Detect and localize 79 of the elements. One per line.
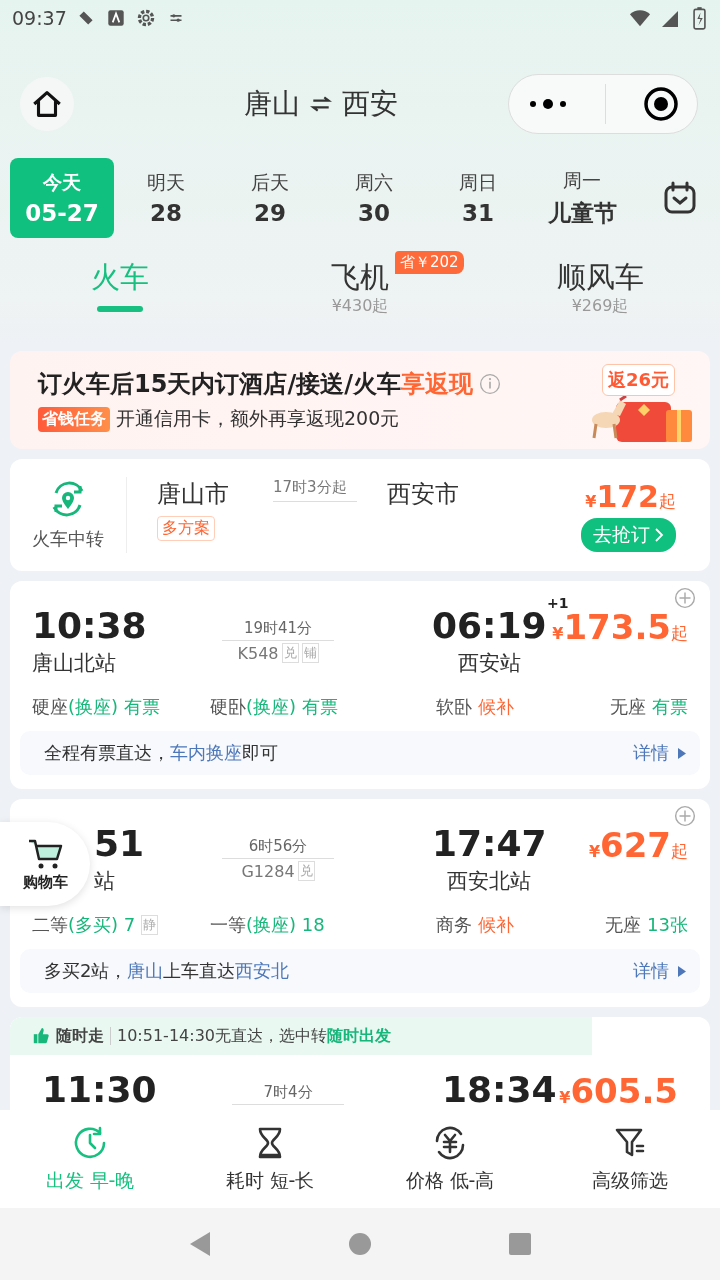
seat-availability: 无座 13张 <box>605 913 688 937</box>
train-number: G1284 <box>241 861 295 881</box>
cashback-badge: 返26元 <box>602 364 676 396</box>
details-link[interactable]: 详情 <box>633 741 686 765</box>
chevron-right-icon <box>654 527 664 542</box>
add-icon[interactable] <box>674 805 696 827</box>
arrival-station: 西安北站 <box>447 868 532 895</box>
arrival-time: 18:34 <box>442 1069 557 1110</box>
seat-availability: 软卧 候补 <box>436 695 514 719</box>
seat-availability: 二等(多买) 7 <box>32 913 136 937</box>
trip-duration: 6时56分 <box>248 837 308 856</box>
options-tag: 多方案 <box>157 515 215 541</box>
seat-availability: 一等(换座) 18 <box>210 913 325 937</box>
to-city: 西安市 <box>387 478 459 510</box>
from-city: 唐山市 <box>157 478 229 510</box>
thumbs-up-icon <box>32 1027 50 1045</box>
calendar-icon[interactable] <box>662 180 698 216</box>
train-tag: 铺 <box>301 643 319 663</box>
back-icon[interactable] <box>188 1230 212 1258</box>
info-bar[interactable]: 全程有票直达，车内换座即可 详情 <box>20 731 700 775</box>
departure-time: 11:30 <box>42 1069 158 1110</box>
info-bar[interactable]: 多买2站，唐山上车直达西安北 详情 <box>20 949 700 993</box>
add-icon[interactable] <box>674 587 696 609</box>
seat-availability: 无座 有票 <box>610 695 688 719</box>
triangle-right-icon <box>677 965 686 977</box>
task-tag: 省钱任务 <box>38 406 110 432</box>
arrival-station: 西安站 <box>457 650 521 677</box>
price: ¥172起 <box>585 478 676 514</box>
departure-time: 51 <box>94 823 146 865</box>
price: ¥605.5 <box>559 1070 678 1110</box>
tip-text: 10:51-14:30无直达，选中转随时出发 <box>117 1025 391 1047</box>
promo-title: 订火车后15天内订酒店/接送/火车享返现 <box>38 369 473 400</box>
arrival-time: 06:19 <box>432 605 547 647</box>
sort-tab[interactable]: 价格 低-高 <box>360 1110 540 1208</box>
train-number: K548 <box>237 643 279 663</box>
date-tab[interactable]: 周六 30 <box>322 158 426 238</box>
date-tab[interactable]: 周一 儿童节 <box>530 158 634 238</box>
transport-tab[interactable]: 顺风车 ¥269起 <box>550 258 650 324</box>
triangle-right-icon <box>677 747 686 759</box>
cart-button[interactable]: 购物车 <box>0 822 90 906</box>
wifi-icon <box>629 8 651 28</box>
departure-station: 唐山北站 <box>32 650 117 677</box>
battery-icon <box>693 6 706 30</box>
transfer-card[interactable]: 火车中转 唐山市 多方案 17时3分起 西安市 ¥172起 去抢订 <box>10 459 710 571</box>
train-tag: 兑 <box>297 861 315 881</box>
transfer-label: 火车中转 <box>32 527 104 551</box>
trip-duration: 19时41分 <box>243 619 313 638</box>
transfer-duration: 17时3分起 <box>273 477 348 497</box>
route-note: 全程有票直达，车内换座即可 <box>44 741 278 765</box>
arrival-time: 17:47 <box>432 823 547 865</box>
seat-availability: 硬座(换座) 有票 <box>32 695 160 719</box>
train-tag: 兑 <box>281 643 299 663</box>
departure-time: 10:38 <box>32 605 148 647</box>
date-tab[interactable]: 周日 31 <box>426 158 530 238</box>
home-icon[interactable] <box>348 1232 372 1256</box>
close-target-icon[interactable] <box>642 86 679 122</box>
tip-banner[interactable]: 随时走 10:51-14:30无直达，选中转随时出发 <box>10 1017 592 1055</box>
date-tab[interactable]: 明天 28 <box>114 158 218 238</box>
departure-station: 站 <box>94 868 116 895</box>
recents-icon[interactable] <box>508 1232 532 1256</box>
destination-city: 西安 <box>342 86 398 122</box>
promo-banner[interactable]: 订火车后15天内订酒店/接送/火车享返现 省钱任务 开通信用卡，额外再享返现200元 返26元 <box>10 351 710 449</box>
more-icon[interactable] <box>527 98 568 110</box>
savings-badge: 省￥202 <box>395 251 464 274</box>
origin-city: 唐山 <box>244 86 300 122</box>
sort-tab[interactable]: 耗时 短-长 <box>180 1110 360 1208</box>
tip-label: 随时走 <box>56 1025 104 1047</box>
price: ¥627起 <box>588 824 688 865</box>
status-time: 09:37 <box>12 7 67 29</box>
sort-tab[interactable]: 高级筛选 <box>540 1110 720 1208</box>
seat-availability: 硬卧(换座) 有票 <box>210 695 338 719</box>
seat-availability: 商务 候补 <box>436 913 514 937</box>
info-icon[interactable] <box>478 373 501 395</box>
promo-text: 开通信用卡，额外再享返现200元 <box>116 406 400 431</box>
route-note: 多买2站，唐山上车直达西安北 <box>44 959 290 983</box>
details-link[interactable]: 详情 <box>633 959 686 983</box>
date-tab[interactable]: 后天 29 <box>218 158 322 238</box>
trip-duration: 7时4分 <box>263 1083 313 1102</box>
quiet-tag: 静 <box>141 915 159 935</box>
